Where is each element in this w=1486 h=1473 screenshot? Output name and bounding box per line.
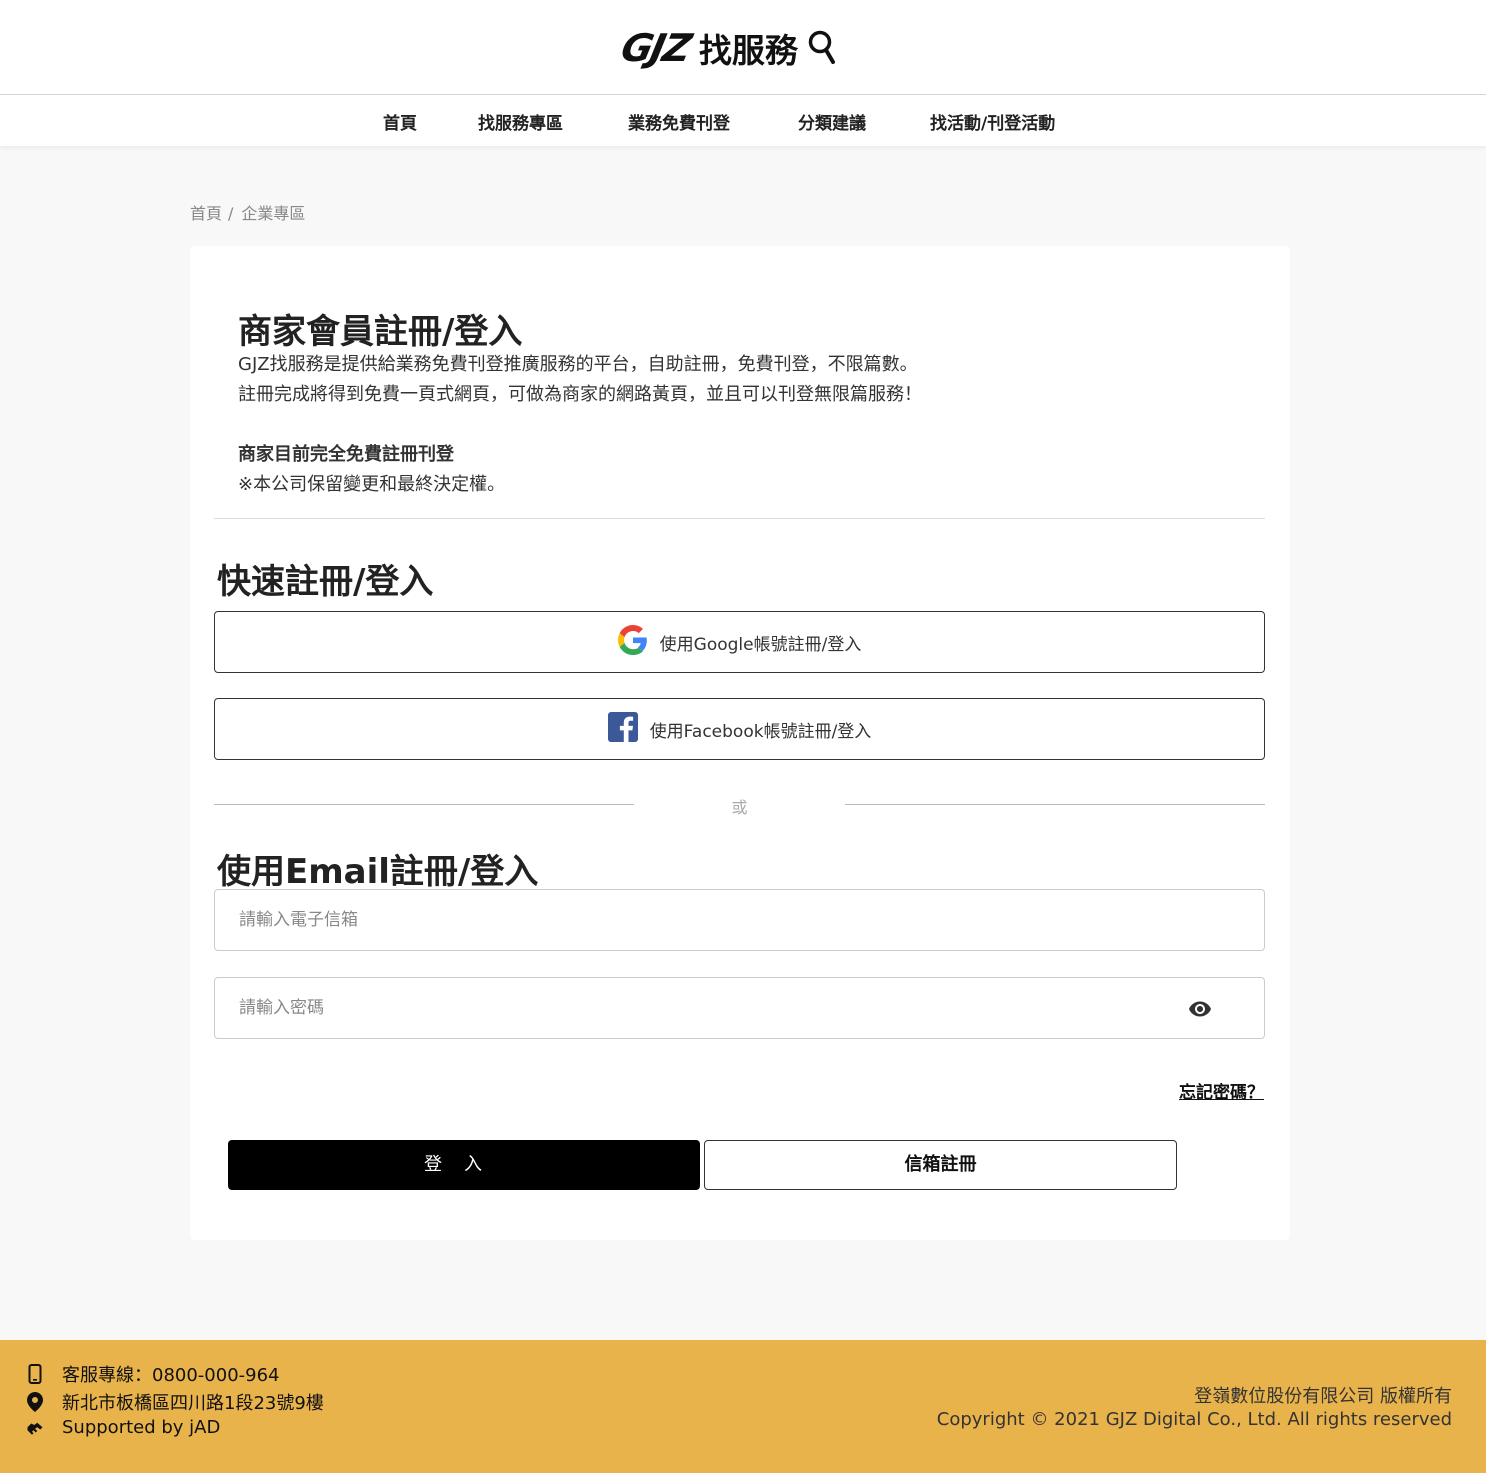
google-icon [617, 624, 648, 660]
login-card: 商家會員註冊/登入 GJZ找服務是提供給業務免費刊登推廣服務的平台，自助註冊，免… [190, 246, 1290, 1240]
email-field-wrapper [214, 889, 1265, 951]
handshake-icon [26, 1418, 44, 1438]
logo-text: 找服務 [698, 31, 798, 70]
or-separator: 或 [214, 794, 1265, 818]
nav-item-category-suggestion[interactable]: 分類建議 [798, 109, 866, 134]
or-text: 或 [731, 798, 748, 817]
site-footer: 客服專線：0800-000-964 新北市板橋區四川路1段23號9樓 Suppo… [0, 1340, 1486, 1473]
site-logo[interactable]: GJZ 找服務 [617, 26, 836, 70]
email-input[interactable] [239, 890, 1139, 950]
logo-mark: GJZ [617, 26, 694, 70]
intro-line-2: 註冊完成將得到免費一頁式網頁，可做為商家的網路黃頁，並且可以刊登無限篇服務！ [238, 384, 922, 405]
forgot-password-link[interactable]: 忘記密碼？ [1179, 1078, 1264, 1103]
or-line-right [845, 804, 1265, 805]
intro-free-notice: 商家目前完全免費註冊刊登 [238, 444, 454, 465]
facebook-login-button[interactable]: 使用Facebook帳號註冊/登入 [214, 698, 1265, 760]
main-nav: 首頁 找服務專區 業務免費刊登 分類建議 找活動/刊登活動 [0, 95, 1486, 146]
search-icon [808, 29, 836, 67]
breadcrumb: 首頁 / 企業專區 [190, 200, 305, 224]
email-login-title: 使用Email註冊/登入 [217, 852, 539, 892]
footer-company: 登嶺數位股份有限公司 版權所有 [1194, 1386, 1452, 1407]
nav-item-free-listing[interactable]: 業務免費刊登 [628, 109, 730, 134]
breadcrumb-separator: / [228, 204, 234, 223]
quick-login-title: 快速註冊/登入 [217, 562, 434, 602]
footer-copyright: Copyright © 2021 GJZ Digital Co., Ltd. A… [936, 1409, 1452, 1430]
email-register-button[interactable]: 信箱註冊 [704, 1140, 1177, 1190]
section-divider [214, 518, 1265, 519]
nav-item-home[interactable]: 首頁 [383, 109, 417, 134]
facebook-icon [607, 711, 638, 747]
breadcrumb-current: 企業專區 [241, 204, 306, 223]
google-login-label: 使用Google帳號註冊/登入 [659, 634, 862, 655]
location-pin-icon [26, 1392, 44, 1412]
nav-item-events[interactable]: 找活動/刊登活動 [930, 109, 1055, 134]
footer-address: 新北市板橋區四川路1段23號9樓 [26, 1389, 324, 1415]
google-login-button[interactable]: 使用Google帳號註冊/登入 [214, 611, 1265, 673]
address-text: 新北市板橋區四川路1段23號9樓 [62, 1393, 324, 1414]
facebook-login-label: 使用Facebook帳號註冊/登入 [649, 721, 872, 742]
footer-supported: Supported by jAD [26, 1417, 220, 1438]
password-field-wrapper [214, 977, 1265, 1039]
breadcrumb-home[interactable]: 首頁 [190, 204, 222, 223]
hotline-text: 客服專線：0800-000-964 [62, 1365, 280, 1386]
intro-line-1: GJZ找服務是提供給業務免費刊登推廣服務的平台，自助註冊，免費刊登，不限篇數。 [238, 354, 918, 375]
login-button[interactable]: 登入 [228, 1140, 700, 1190]
supported-text: Supported by jAD [62, 1417, 221, 1438]
intro-disclaimer: ※本公司保留變更和最終決定權。 [238, 474, 506, 495]
site-header: GJZ 找服務 [0, 0, 1486, 95]
eye-icon[interactable] [1188, 997, 1212, 1025]
page-title: 商家會員註冊/登入 [238, 312, 523, 352]
phone-icon [26, 1364, 44, 1384]
footer-hotline: 客服專線：0800-000-964 [26, 1361, 280, 1387]
nav-item-services[interactable]: 找服務專區 [478, 109, 563, 134]
password-input[interactable] [239, 978, 1139, 1038]
